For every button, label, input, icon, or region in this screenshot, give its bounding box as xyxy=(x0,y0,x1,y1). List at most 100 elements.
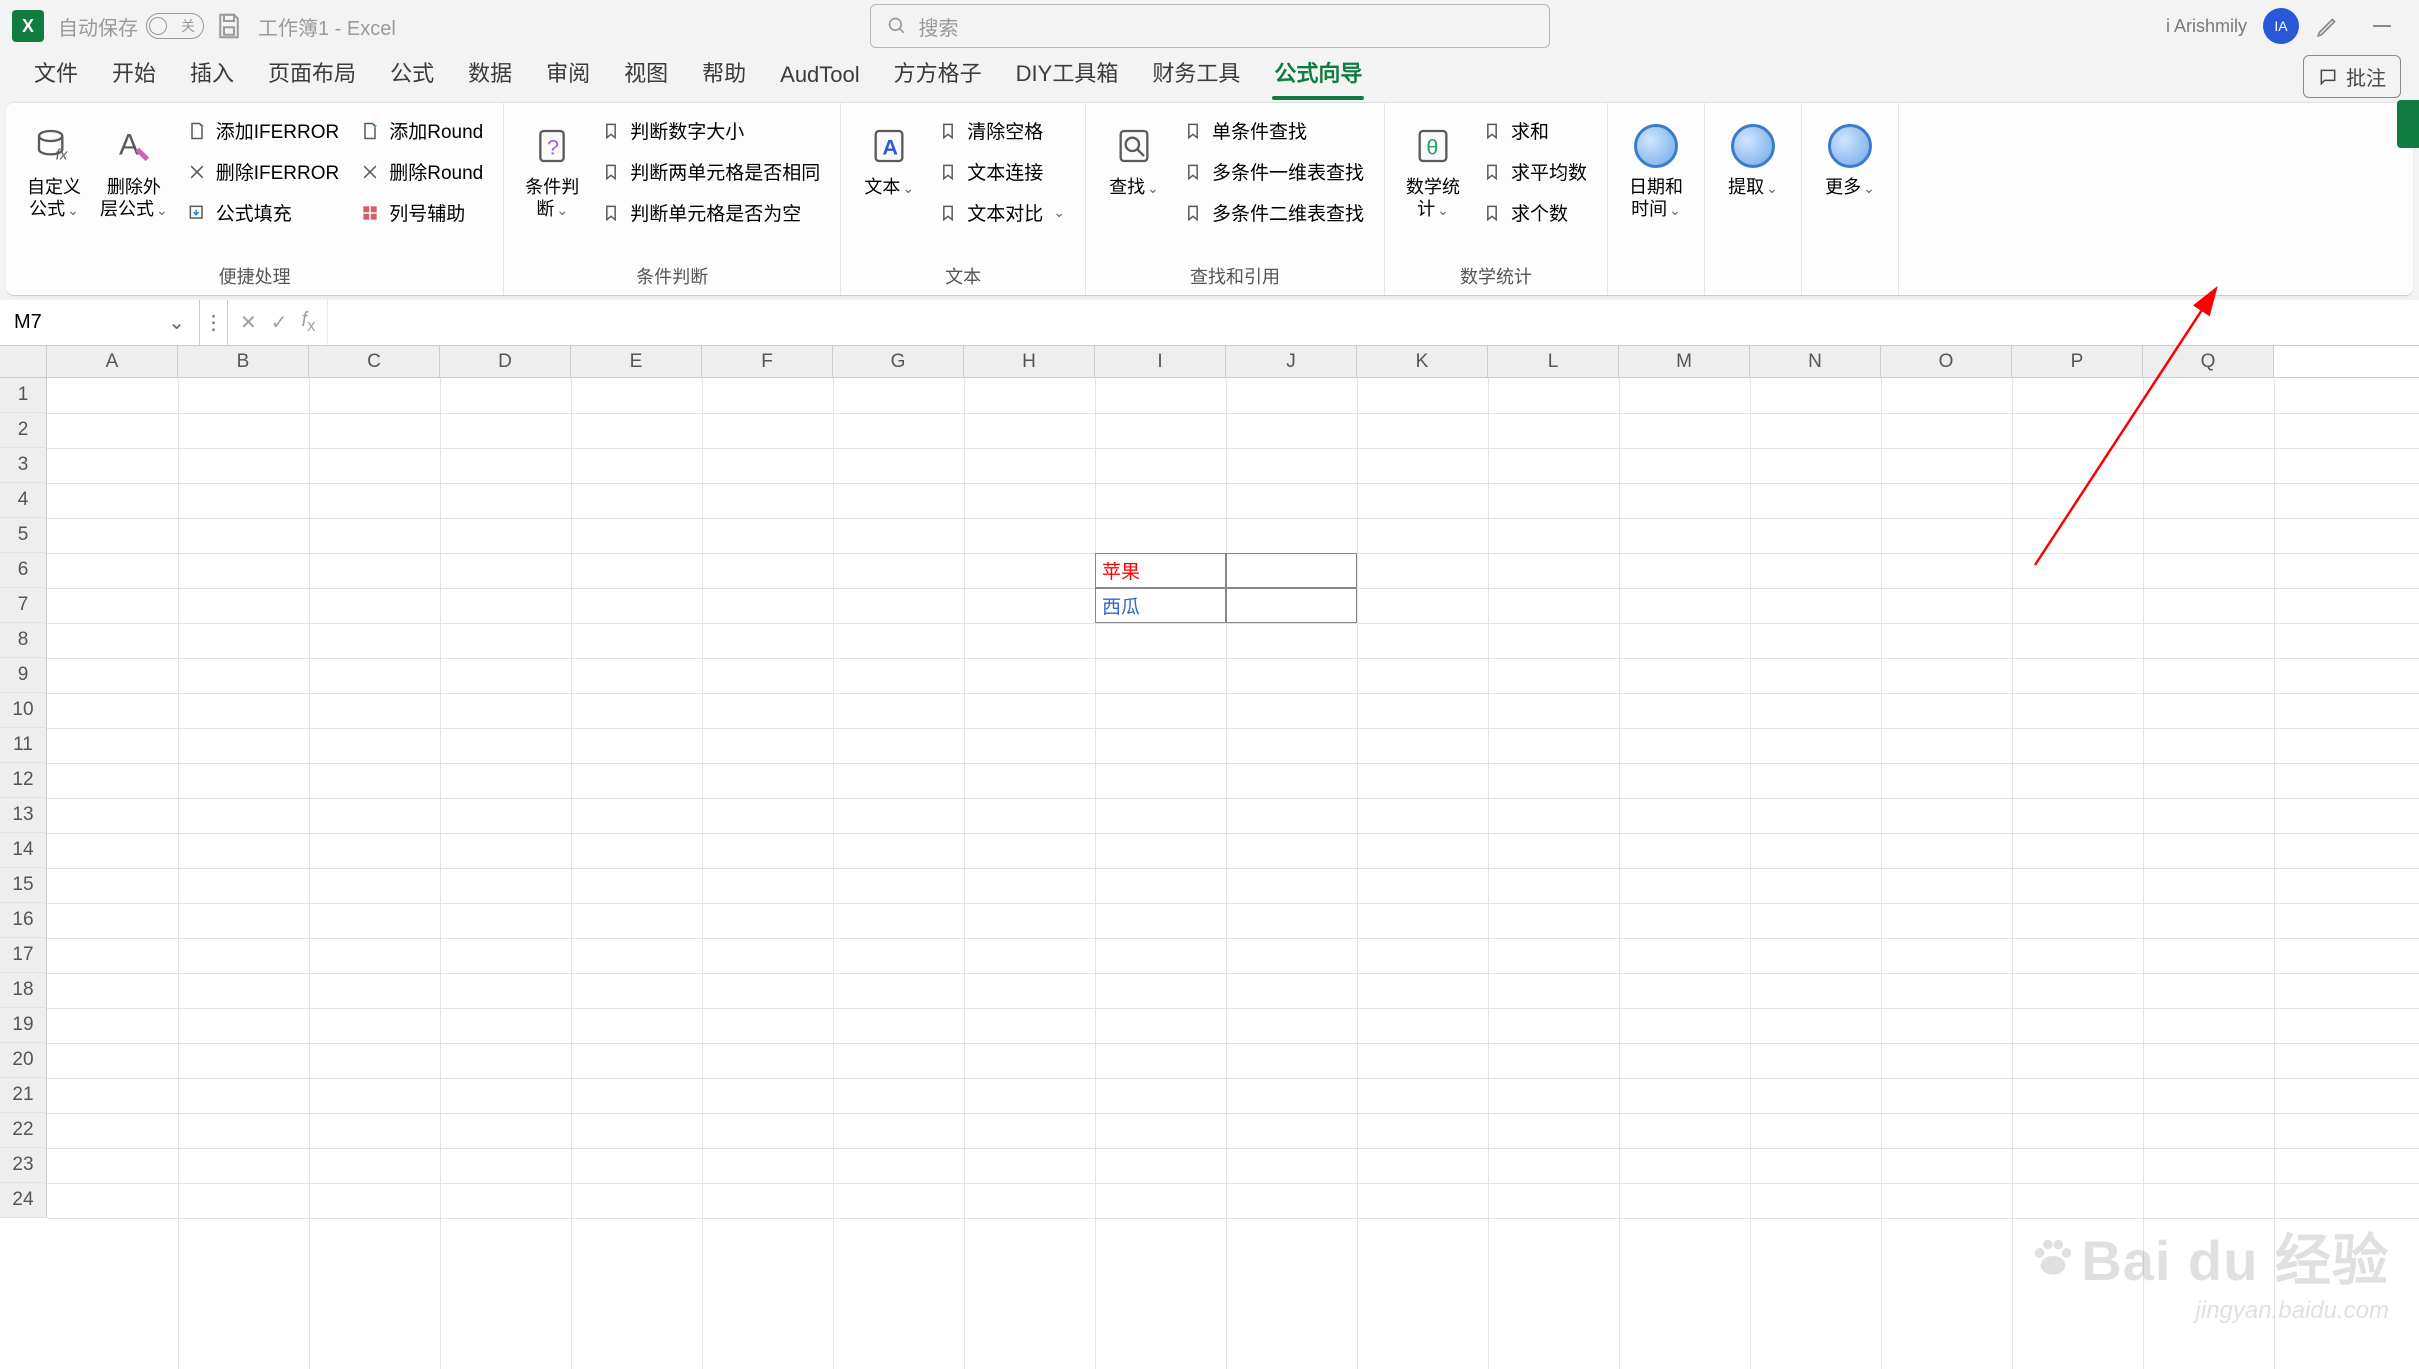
autosave-toggle[interactable]: 关 xyxy=(146,13,204,39)
cell-empty-button[interactable]: 判断单元格是否为空 xyxy=(594,195,826,230)
more-button[interactable]: 更多 xyxy=(1816,113,1884,289)
delete-outer-button[interactable]: A删除外层公式 xyxy=(96,113,172,259)
tab-insert[interactable]: 插入 xyxy=(174,48,250,98)
row-header-17[interactable]: 17 xyxy=(0,938,47,973)
date-time-button[interactable]: 日期和时间 xyxy=(1622,113,1690,289)
tab-finance[interactable]: 财务工具 xyxy=(1136,48,1256,98)
tab-home[interactable]: 开始 xyxy=(96,48,172,98)
tab-audtool[interactable]: AudTool xyxy=(764,54,876,98)
user-avatar[interactable]: IA xyxy=(2263,8,2299,44)
row-header-23[interactable]: 23 xyxy=(0,1148,47,1183)
row-header-19[interactable]: 19 xyxy=(0,1008,47,1043)
col-helper-button[interactable]: 列号辅助 xyxy=(353,195,489,230)
col-header-L[interactable]: L xyxy=(1488,346,1619,377)
formula-input[interactable] xyxy=(328,300,2419,345)
row-header-11[interactable]: 11 xyxy=(0,728,47,763)
add-iferror-button[interactable]: +添加IFERROR xyxy=(180,113,346,148)
count-button[interactable]: 求个数 xyxy=(1475,195,1593,230)
num-compare-button[interactable]: 判断数字大小 xyxy=(594,113,826,148)
tab-view[interactable]: 视图 xyxy=(608,48,684,98)
row-header-13[interactable]: 13 xyxy=(0,798,47,833)
col-header-H[interactable]: H xyxy=(964,346,1095,377)
tab-review[interactable]: 审阅 xyxy=(530,48,606,98)
row-header-1[interactable]: 1 xyxy=(0,378,47,413)
row-header-14[interactable]: 14 xyxy=(0,833,47,868)
two-cell-same-button[interactable]: 判断两单元格是否相同 xyxy=(594,154,826,189)
row-header-15[interactable]: 15 xyxy=(0,868,47,903)
share-tab-button[interactable] xyxy=(2397,100,2419,148)
col-header-N[interactable]: N xyxy=(1750,346,1881,377)
formula-fill-button[interactable]: 公式填充 xyxy=(180,195,346,230)
col-header-P[interactable]: P xyxy=(2012,346,2143,377)
cancel-icon[interactable]: ✕ xyxy=(240,310,257,335)
comments-button[interactable]: 批注 xyxy=(2303,55,2401,98)
condition-judge-button[interactable]: ?条件判断 xyxy=(518,113,586,259)
col-header-K[interactable]: K xyxy=(1357,346,1488,377)
row-header-4[interactable]: 4 xyxy=(0,483,47,518)
sum-button[interactable]: 求和 xyxy=(1475,113,1593,148)
tab-formulas[interactable]: 公式 xyxy=(374,48,450,98)
tab-file[interactable]: 文件 xyxy=(18,48,94,98)
row-header-16[interactable]: 16 xyxy=(0,903,47,938)
tab-formula-wizard[interactable]: 公式向导 xyxy=(1258,48,1378,98)
average-button[interactable]: 求平均数 xyxy=(1475,154,1593,189)
row-header-12[interactable]: 12 xyxy=(0,763,47,798)
row-header-8[interactable]: 8 xyxy=(0,623,47,658)
col-header-M[interactable]: M xyxy=(1619,346,1750,377)
lookup-btn-button[interactable]: 查找 xyxy=(1100,113,1168,259)
tab-diy[interactable]: DIY工具箱 xyxy=(1000,48,1135,98)
confirm-icon[interactable]: ✓ xyxy=(271,310,288,335)
cell-I7[interactable]: 西瓜 xyxy=(1095,588,1226,623)
row-header-20[interactable]: 20 xyxy=(0,1043,47,1078)
text-concat-button[interactable]: 文本连接 xyxy=(931,154,1071,189)
cell-I6[interactable]: 苹果 xyxy=(1095,553,1226,588)
col-header-E[interactable]: E xyxy=(571,346,702,377)
col-header-D[interactable]: D xyxy=(440,346,571,377)
col-header-G[interactable]: G xyxy=(833,346,964,377)
extract-button[interactable]: 提取 xyxy=(1719,113,1787,289)
col-header-B[interactable]: B xyxy=(178,346,309,377)
col-header-J[interactable]: J xyxy=(1226,346,1357,377)
col-header-A[interactable]: A xyxy=(47,346,178,377)
col-header-F[interactable]: F xyxy=(702,346,833,377)
save-icon[interactable] xyxy=(214,11,244,41)
row-header-18[interactable]: 18 xyxy=(0,973,47,1008)
tab-page-layout[interactable]: 页面布局 xyxy=(252,48,372,98)
col-header-O[interactable]: O xyxy=(1881,346,2012,377)
tab-data[interactable]: 数据 xyxy=(452,48,528,98)
row-header-5[interactable]: 5 xyxy=(0,518,47,553)
single-cond-button[interactable]: 单条件查找 xyxy=(1176,113,1370,148)
row-header-3[interactable]: 3 xyxy=(0,448,47,483)
select-all-corner[interactable] xyxy=(0,346,47,377)
row-header-10[interactable]: 10 xyxy=(0,693,47,728)
pen-icon[interactable] xyxy=(2315,13,2341,39)
del-iferror-button[interactable]: 删除IFERROR xyxy=(180,154,346,189)
tab-ffgz[interactable]: 方方格子 xyxy=(878,48,998,98)
row-header-6[interactable]: 6 xyxy=(0,553,47,588)
col-header-C[interactable]: C xyxy=(309,346,440,377)
row-header-2[interactable]: 2 xyxy=(0,413,47,448)
fx-icon[interactable]: fx xyxy=(302,309,316,336)
row-header-24[interactable]: 24 xyxy=(0,1183,47,1218)
col-header-Q[interactable]: Q xyxy=(2143,346,2274,377)
custom-formula-button[interactable]: fx自定义公式 xyxy=(20,113,88,259)
tab-help[interactable]: 帮助 xyxy=(686,48,762,98)
math-stat-button[interactable]: θ数学统计 xyxy=(1399,113,1467,259)
cell-J6[interactable] xyxy=(1226,553,1357,588)
row-header-22[interactable]: 22 xyxy=(0,1113,47,1148)
multi-1d-button[interactable]: 多条件一维表查找 xyxy=(1176,154,1370,189)
col-header-I[interactable]: I xyxy=(1095,346,1226,377)
name-box[interactable]: M7 ⌄ xyxy=(0,300,200,345)
multi-2d-button[interactable]: 多条件二维表查找 xyxy=(1176,195,1370,230)
row-header-9[interactable]: 9 xyxy=(0,658,47,693)
clear-spaces-button[interactable]: 清除空格 xyxy=(931,113,1071,148)
text-compare-button[interactable]: 文本对比 xyxy=(931,195,1071,230)
formula-bar-menu-icon[interactable]: ⋮ xyxy=(200,300,228,345)
row-header-7[interactable]: 7 xyxy=(0,588,47,623)
search-box[interactable]: 搜索 xyxy=(870,4,1550,48)
text-btn-button[interactable]: A文本 xyxy=(855,113,923,259)
add-round-button[interactable]: +添加Round xyxy=(353,113,489,148)
minimize-button[interactable] xyxy=(2357,6,2407,46)
cell-J7[interactable] xyxy=(1226,588,1357,623)
del-round-button[interactable]: 删除Round xyxy=(353,154,489,189)
